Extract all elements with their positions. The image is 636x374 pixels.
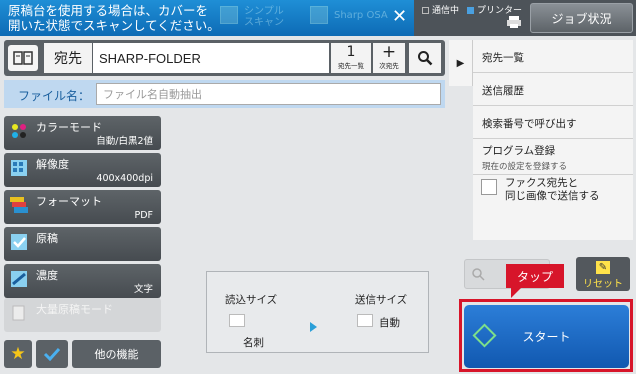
preview-icon [472,268,485,281]
density-setting[interactable]: 濃度 文字 [4,264,161,298]
notice-text: 原稿台を使用する場合は、カバーを 開いた状態でスキャンしてください。 [8,3,220,33]
action-panel: 宛先一覧 送信履歴 検索番号で呼び出す プログラム登録 現在の設定を登録する フ… [473,40,633,240]
search-icon [418,51,433,66]
format-setting[interactable]: フォーマット PDF [4,190,161,224]
resolution-setting[interactable]: 解像度 400x400dpi [4,153,161,187]
original-document-icon [11,234,27,250]
other-functions-button[interactable]: 他の機能 [72,340,161,368]
resolution-value: 400x400dpi [96,173,153,184]
file-format-icon [10,197,28,213]
scan-notice: 原稿台を使用する場合は、カバーを 開いた状態でスキャンしてください。 シンプル … [0,0,414,36]
favorite-button[interactable]: ★ [4,340,32,368]
menu-send-history[interactable]: 送信履歴 [473,73,633,106]
checkmark-icon [43,347,61,361]
scan-paper-icon [229,314,245,327]
destination-label: 宛先 [44,43,92,73]
notice-background-shortcuts: シンプル スキャン Sharp OSA [220,6,388,28]
resolution-icon [11,160,27,176]
close-icon[interactable]: ✕ [392,8,407,26]
check-button[interactable] [36,340,68,368]
job-status-button[interactable]: ジョブ状況 [530,3,633,33]
density-value: 文字 [133,284,153,295]
scan-size-value: 名刺 [243,337,264,349]
resolution-label: 解像度 [36,158,69,171]
fax-same-checkbox[interactable] [481,179,497,195]
format-label: フォーマット [36,195,102,208]
menu-search-number[interactable]: 検索番号で呼び出す [473,106,633,139]
original-setting[interactable]: 原稿 [4,227,161,261]
bulk-original-label: 大量原稿モード [36,303,113,316]
menu-fax-same-image[interactable]: ファクス宛先と 同じ画像で送信する [473,175,633,215]
file-name-row: ファイル名： [4,80,445,108]
reset-label: リセット [583,279,623,290]
reset-button[interactable]: ✎ リセット [576,257,630,291]
simple-scan-label: シンプル スキャン [244,6,284,28]
sharp-osa-label: Sharp OSA [334,10,388,21]
menu-destination-list[interactable]: 宛先一覧 [473,40,633,73]
density-icon [11,271,27,287]
format-value: PDF [134,210,153,221]
color-mode-setting[interactable]: カラーモード 自動/白黒2値 [4,116,161,150]
start-icon [472,323,497,348]
comm-indicator-icon [422,7,429,14]
address-book-button[interactable] [8,45,38,71]
plus-icon: + [381,42,397,62]
comm-status: 通信中 [422,3,459,16]
panel-collapse-icon: ▶︎ [456,57,465,69]
arrow-right-icon [310,322,317,332]
printer-indicator-icon [467,7,475,14]
printer-icon [507,16,521,28]
scan-size-label: 読込サイズ [225,294,278,306]
destination-field[interactable]: SHARP-FOLDER [93,43,329,73]
program-register-label: プログラム登録 [482,145,556,157]
start-button[interactable]: スタート [464,305,629,368]
file-name-input[interactable] [96,83,441,105]
panel-toggle[interactable]: ▶︎ [449,40,473,86]
start-label: スタート [522,330,571,344]
bulk-original-icon [12,305,25,321]
send-size-value: 自動 [379,317,400,329]
tap-callout: タップ [506,264,564,288]
color-mode-value: 自動/白黒2値 [96,136,153,147]
file-name-label: ファイル名： [18,89,91,103]
color-mode-icon [12,124,26,138]
color-mode-label: カラーモード [36,121,102,134]
search-button[interactable] [409,43,441,73]
send-size-label: 送信サイズ [355,294,408,306]
destination-list-caption: 宛先一覧 [338,62,364,70]
send-paper-icon [357,314,373,327]
size-panel[interactable]: 読込サイズ 送信サイズ 名刺 自動 [206,271,429,353]
next-destination-button[interactable]: + 次宛先 [373,43,405,73]
address-book-icon [13,51,33,65]
density-label: 濃度 [36,269,58,282]
destination-count: 1 [346,44,356,60]
bulk-original-mode-setting: 大量原稿モード [4,298,161,332]
menu-program-register[interactable]: プログラム登録 現在の設定を登録する [473,139,633,175]
destination-list-button[interactable]: 1 宛先一覧 [331,43,371,73]
sharp-osa-icon [310,6,328,24]
fax-same-label: ファクス宛先と 同じ画像で送信する [505,177,600,202]
simple-scan-icon [220,6,238,24]
star-icon: ★ [10,344,26,364]
address-bar: 宛先 SHARP-FOLDER 1 宛先一覧 + 次宛先 [4,40,445,76]
program-register-sub: 現在の設定を登録する [482,162,568,172]
reset-icon: ✎ [596,261,610,274]
original-label: 原稿 [36,232,58,245]
tap-callout-pointer [511,288,521,298]
next-destination-caption: 次宛先 [379,62,399,70]
